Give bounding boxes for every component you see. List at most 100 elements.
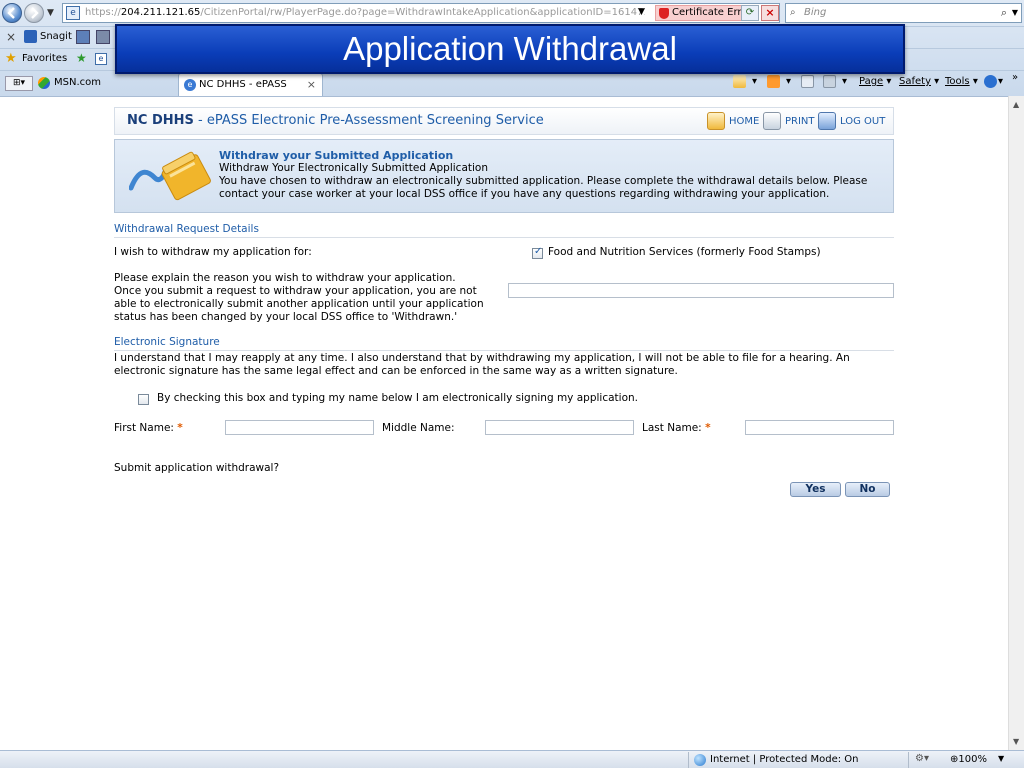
- house-icon: [707, 112, 725, 130]
- search-provider-icon: ⌕: [790, 7, 796, 18]
- logout-link[interactable]: LOG OUT: [818, 112, 886, 130]
- address-dropdown-icon[interactable]: ▼: [638, 7, 645, 17]
- status-separator: [688, 752, 689, 768]
- address-url[interactable]: https://204.211.121.65/CitizenPortal/rw/…: [85, 7, 645, 18]
- stop-button[interactable]: ×: [761, 5, 779, 21]
- site-org: NC DHHS: [127, 113, 194, 128]
- tab-msn[interactable]: MSN.com: [36, 75, 101, 91]
- reason-row: Please explain the reason you wish to wi…: [114, 272, 894, 328]
- site-title: NC DHHS - ePASS Electronic Pre-Assessmen…: [127, 113, 544, 128]
- help-dropdown-icon[interactable]: ▾: [998, 76, 1003, 87]
- signature-disclaimer: I understand that I may reapply at any t…: [114, 352, 850, 377]
- forward-button[interactable]: [24, 3, 44, 23]
- reason-input[interactable]: [508, 283, 894, 298]
- tools-menu[interactable]: Tools ▾: [945, 76, 978, 87]
- add-favorite-icon[interactable]: ★: [76, 51, 87, 65]
- print-icon[interactable]: [823, 75, 836, 88]
- middle-name-input[interactable]: [485, 420, 634, 435]
- home-dropdown-icon[interactable]: ▾: [752, 76, 757, 87]
- signature-consent-checkbox[interactable]: [138, 394, 149, 405]
- food-nutrition-checkbox[interactable]: [532, 246, 543, 259]
- url-path: /CitizenPortal/rw/PlayerPage.do?page=Wit…: [200, 7, 645, 18]
- withdrawal-section-title: Withdrawal Request Details: [114, 223, 894, 238]
- refresh-icon: ⟳: [745, 7, 755, 18]
- reason-label-line-1: Please explain the reason you wish to wi…: [114, 272, 456, 284]
- first-name-label: First Name: *: [114, 422, 183, 434]
- search-dropdown-icon[interactable]: ▼: [1012, 8, 1018, 17]
- status-separator: [908, 752, 909, 768]
- site-header: NC DHHS - ePASS Electronic Pre-Assessmen…: [114, 107, 894, 135]
- logout-link-label: LOG OUT: [840, 116, 886, 127]
- address-row: ▼ e https://204.211.121.65/CitizenPortal…: [0, 0, 1024, 26]
- history-dropdown-icon[interactable]: ▼: [47, 8, 54, 18]
- page-icon: e: [66, 6, 80, 20]
- program-row: I wish to withdraw my application for: F…: [114, 246, 894, 272]
- address-bar[interactable]: e https://204.211.121.65/CitizenPortal/r…: [62, 3, 780, 23]
- chevron-more-icon[interactable]: »: [1012, 72, 1018, 83]
- page-menu-label: Page: [859, 76, 884, 87]
- suggested-sites-icon[interactable]: e: [95, 53, 107, 65]
- zoom-level[interactable]: ⊕100%: [950, 753, 987, 767]
- url-host: 204.211.121.65: [120, 7, 201, 18]
- last-name-input[interactable]: [745, 420, 894, 435]
- ie-icon: e: [184, 79, 196, 91]
- safety-menu-label: Safety: [899, 76, 931, 87]
- page-viewport: NC DHHS - ePASS Electronic Pre-Assessmen…: [0, 96, 1008, 750]
- read-mail-icon[interactable]: [801, 75, 814, 88]
- status-bar: Internet | Protected Mode: On ⚙▾ ⊕100% ▼: [0, 750, 1024, 768]
- reason-label: Please explain the reason you wish to wi…: [114, 272, 484, 324]
- protected-mode-icon[interactable]: ⚙▾: [915, 753, 929, 764]
- scroll-up-icon[interactable]: ▲: [1013, 100, 1019, 109]
- security-zone[interactable]: Internet | Protected Mode: On: [694, 753, 858, 767]
- shield-icon: [659, 8, 669, 19]
- tab-nc-dhhs-epass[interactable]: e NC DHHS - ePASS ×: [178, 73, 323, 97]
- food-nutrition-label: Food and Nutrition Services (formerly Fo…: [548, 246, 821, 258]
- yes-button[interactable]: Yes: [790, 482, 841, 497]
- slide-title: Application Withdrawal: [115, 24, 905, 74]
- banner-text: You have chosen to withdraw an electroni…: [219, 175, 868, 200]
- safety-menu[interactable]: Safety ▾: [899, 76, 939, 87]
- search-icon[interactable]: ⌕: [1001, 6, 1007, 20]
- print-link[interactable]: PRINT: [763, 112, 815, 130]
- url-prefix: https://: [85, 7, 121, 18]
- print-link-label: PRINT: [785, 116, 815, 127]
- close-toolbar-icon[interactable]: ×: [6, 30, 16, 44]
- no-button[interactable]: No: [845, 482, 890, 497]
- close-tab-icon[interactable]: ×: [307, 78, 316, 91]
- home-link[interactable]: HOME: [707, 112, 759, 130]
- feeds-dropdown-icon[interactable]: ▾: [786, 76, 791, 87]
- quick-tabs-button[interactable]: ⊞▾: [5, 76, 33, 91]
- folder-application-icon: [129, 151, 211, 201]
- vertical-scrollbar[interactable]: ▲ ▼: [1008, 96, 1024, 750]
- withdraw-for-label: I wish to withdraw my application for:: [114, 246, 312, 258]
- snagit-button[interactable]: Snagit: [24, 29, 72, 45]
- print-dropdown-icon[interactable]: ▾: [842, 76, 847, 87]
- favorites-button[interactable]: Favorites: [22, 53, 67, 64]
- snagit-edit-icon[interactable]: [96, 30, 110, 44]
- tab-title: NC DHHS - ePASS: [199, 79, 287, 90]
- first-name-label-text: First Name:: [114, 422, 174, 434]
- back-button[interactable]: [2, 3, 22, 23]
- signature-consent-label: By checking this box and typing my name …: [157, 392, 638, 404]
- scroll-down-icon[interactable]: ▼: [1013, 737, 1019, 746]
- last-name-required-mark: *: [705, 422, 711, 434]
- reason-label-line-2: Once you submit a request to withdraw yo…: [114, 285, 484, 323]
- refresh-button[interactable]: ⟳: [741, 5, 759, 21]
- consent-row: By checking this box and typing my name …: [114, 392, 894, 412]
- middle-name-label: Middle Name:: [382, 422, 455, 434]
- help-icon[interactable]: [984, 75, 997, 88]
- home-icon[interactable]: [733, 75, 746, 88]
- page-menu[interactable]: Page ▾: [859, 76, 891, 87]
- search-placeholder: Bing: [804, 7, 827, 18]
- submit-buttons: Yes No: [114, 482, 894, 502]
- zoom-dropdown-icon[interactable]: ▼: [998, 754, 1004, 763]
- search-box[interactable]: ⌕ Bing ⌕ ▼: [785, 3, 1022, 23]
- feeds-icon[interactable]: [767, 75, 780, 88]
- last-name-label: Last Name: *: [642, 422, 711, 434]
- first-name-input[interactable]: [225, 420, 374, 435]
- submit-question: Submit application withdrawal?: [114, 462, 280, 474]
- name-row: First Name: * Middle Name: Last Name: *: [114, 420, 894, 442]
- favorites-star-icon[interactable]: ★: [5, 51, 17, 66]
- signature-section-title: Electronic Signature: [114, 336, 894, 351]
- snagit-capture-icon[interactable]: [76, 30, 90, 44]
